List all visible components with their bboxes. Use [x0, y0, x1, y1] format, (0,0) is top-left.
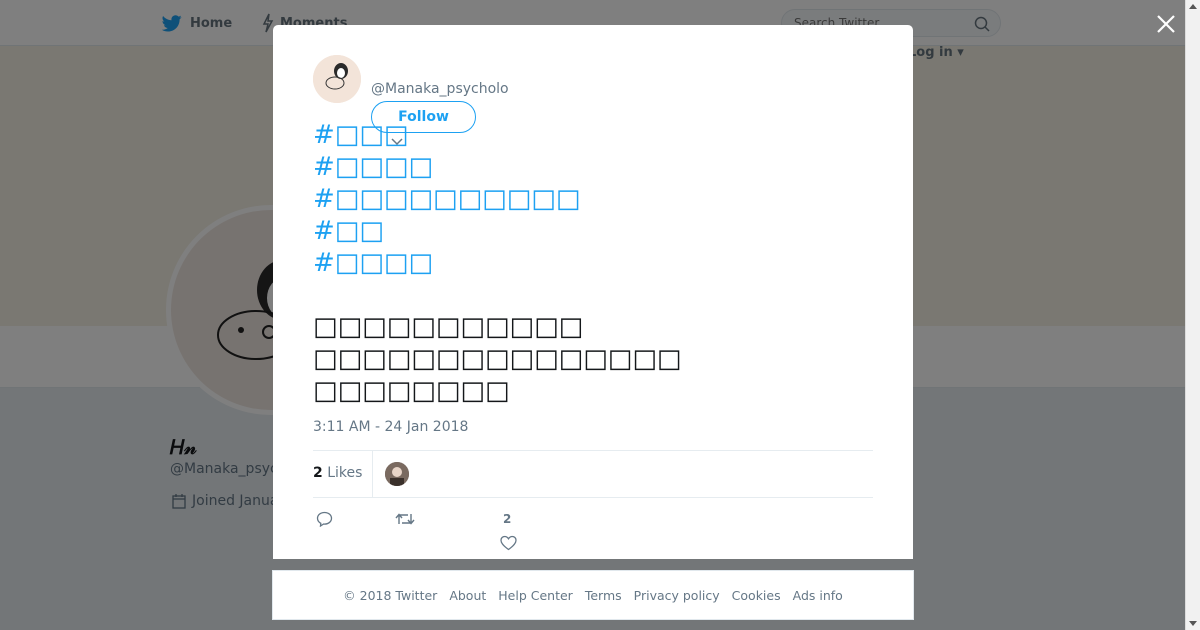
chevron-down-icon[interactable] — [391, 138, 403, 146]
retweet-icon[interactable] — [395, 511, 415, 527]
scroll-down-arrow[interactable] — [1189, 621, 1197, 626]
hashtag-link[interactable]: #□□□ — [313, 119, 873, 151]
tweet-modal: @Manaka_psycholo Follow #□□□ #□□□□ #□□□□… — [273, 25, 913, 559]
stats-divider — [372, 451, 373, 497]
footer-link-help-center[interactable]: Help Center — [498, 588, 573, 603]
likes-label: Likes — [327, 465, 363, 481]
footer-link-ads-info[interactable]: Ads info — [793, 588, 843, 603]
hashtag-link[interactable]: #□□□□□□□□□□ — [313, 183, 873, 215]
tweet-line: □□□□□□□□ — [313, 376, 510, 406]
reply-icon[interactable] — [316, 511, 333, 527]
likes-stat[interactable]: 2 Likes — [313, 465, 362, 481]
tweet-stats: 2 Likes — [313, 450, 873, 498]
tweet-author-handle[interactable]: @Manaka_psycholo — [371, 81, 509, 97]
tweet-line: □□□□□□□□□□□□□□□ — [313, 344, 682, 374]
scroll-up-arrow[interactable] — [1189, 4, 1197, 9]
tweet-text: #□□□ #□□□□ #□□□□□□□□□□ #□□ #□□□□ □□□□□□□… — [313, 119, 873, 407]
like-action-count: 2 — [503, 512, 512, 526]
hashtag-link[interactable]: #□□□□ — [313, 151, 873, 183]
footer-link-cookies[interactable]: Cookies — [732, 588, 781, 603]
tweet-author-avatar[interactable] — [313, 55, 361, 103]
penguin-avatar-illustration — [313, 55, 361, 103]
hashtag-link[interactable]: #□□□□ — [313, 247, 873, 279]
close-icon[interactable] — [1155, 13, 1177, 35]
modal-footer: © 2018 Twitter About Help Center Terms P… — [272, 570, 914, 620]
liker-avatar-image — [385, 462, 409, 486]
tweet-line: □□□□□□□□□□□ — [313, 312, 584, 342]
footer-link-terms[interactable]: Terms — [585, 588, 622, 603]
liker-avatar[interactable] — [385, 462, 409, 486]
heart-icon[interactable] — [500, 535, 517, 551]
scrollbar[interactable] — [1185, 0, 1200, 630]
likes-count: 2 — [313, 465, 323, 481]
footer-copyright: © 2018 Twitter — [343, 587, 438, 603]
footer-link-about[interactable]: About — [449, 588, 486, 603]
hashtag-link[interactable]: #□□ — [313, 215, 873, 247]
tweet-timestamp[interactable]: 3:11 AM - 24 Jan 2018 — [313, 419, 468, 435]
footer-link-privacy[interactable]: Privacy policy — [634, 588, 720, 603]
